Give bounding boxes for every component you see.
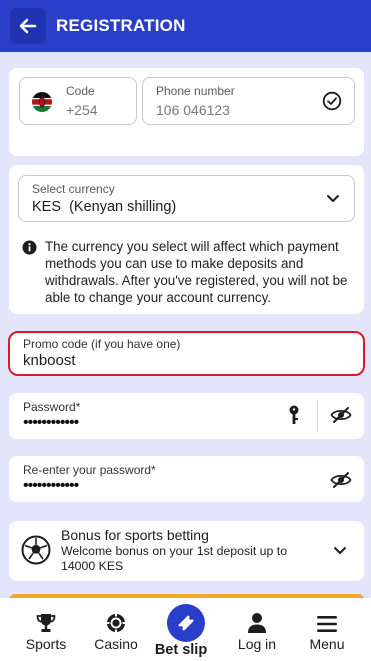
key-icon[interactable] — [287, 405, 301, 427]
phone-number-field[interactable]: Phone number 106 046123 — [142, 77, 355, 125]
password-value: •••••••••••• — [23, 414, 79, 431]
betslip-badge — [167, 604, 205, 642]
trophy-icon — [36, 614, 56, 632]
info-icon — [22, 240, 37, 255]
nav-sports[interactable]: Sports — [11, 598, 81, 661]
currency-info-text: The currency you select will affect whic… — [45, 239, 348, 305]
nav-login[interactable]: Log in — [222, 598, 292, 661]
hamburger-menu-icon — [317, 616, 337, 632]
password-field[interactable]: Password* •••••••••••• — [9, 393, 364, 439]
currency-label: Select currency — [32, 182, 115, 196]
eye-hidden-icon[interactable] — [330, 471, 352, 489]
promo-code-field[interactable]: Promo code (if you have one) knboost — [8, 331, 365, 376]
nav-login-label: Log in — [237, 636, 277, 652]
confirm-password-value: •••••••••••• — [23, 477, 79, 494]
country-code-field[interactable]: Code +254 — [19, 77, 137, 125]
back-button[interactable] — [10, 8, 46, 44]
phone-number-label: Phone number — [156, 84, 235, 98]
chevron-down-icon — [334, 547, 346, 554]
user-icon — [248, 613, 266, 633]
phone-number-value: 106 046123 — [156, 102, 230, 118]
bonus-title: Bonus for sports betting — [61, 527, 209, 543]
nav-casino[interactable]: Casino — [81, 598, 151, 661]
currency-card: Select currency KES (Kenyan shilling) Th… — [9, 165, 364, 314]
page-title: REGISTRATION — [56, 16, 186, 35]
chevron-down-icon — [327, 195, 339, 202]
password-label: Password* — [23, 400, 81, 414]
arrow-left-icon — [19, 18, 37, 34]
top-bar: REGISTRATION — [0, 0, 371, 52]
nav-sports-label: Sports — [25, 636, 67, 652]
nav-menu[interactable]: Menu — [292, 598, 362, 661]
confirm-password-field[interactable]: Re-enter your password* •••••••••••• — [9, 456, 364, 502]
kenya-flag-icon — [32, 92, 52, 112]
bonus-select[interactable]: Bonus for sports betting Welcome bonus o… — [9, 521, 364, 581]
bonus-description: Welcome bonus on your 1st deposit up to … — [61, 544, 288, 573]
nav-betslip[interactable]: Bet slip — [146, 598, 216, 661]
casino-chip-icon — [106, 613, 126, 633]
soccer-ball-icon — [21, 535, 51, 565]
nav-betslip-label: Bet slip — [154, 642, 208, 658]
eye-hidden-icon[interactable] — [330, 406, 352, 424]
currency-select[interactable]: Select currency KES (Kenyan shilling) — [18, 175, 355, 222]
promo-code-label: Promo code (if you have one) — [23, 337, 181, 351]
check-circle-icon — [322, 91, 342, 111]
bottom-nav: Sports Casino Bet slip Log in Menu — [0, 598, 371, 661]
phone-card: Code +254 Phone number 106 046123 — [9, 68, 364, 156]
code-label: Code — [66, 84, 95, 98]
divider — [317, 401, 318, 431]
nav-menu-label: Menu — [309, 636, 345, 652]
nav-casino-label: Casino — [94, 636, 138, 652]
currency-value: KES (Kenyan shilling) — [32, 199, 177, 215]
ticket-icon — [178, 615, 194, 631]
code-value: +254 — [66, 102, 98, 118]
promo-code-value: knboost — [23, 352, 76, 369]
confirm-password-label: Re-enter your password* — [23, 463, 156, 477]
